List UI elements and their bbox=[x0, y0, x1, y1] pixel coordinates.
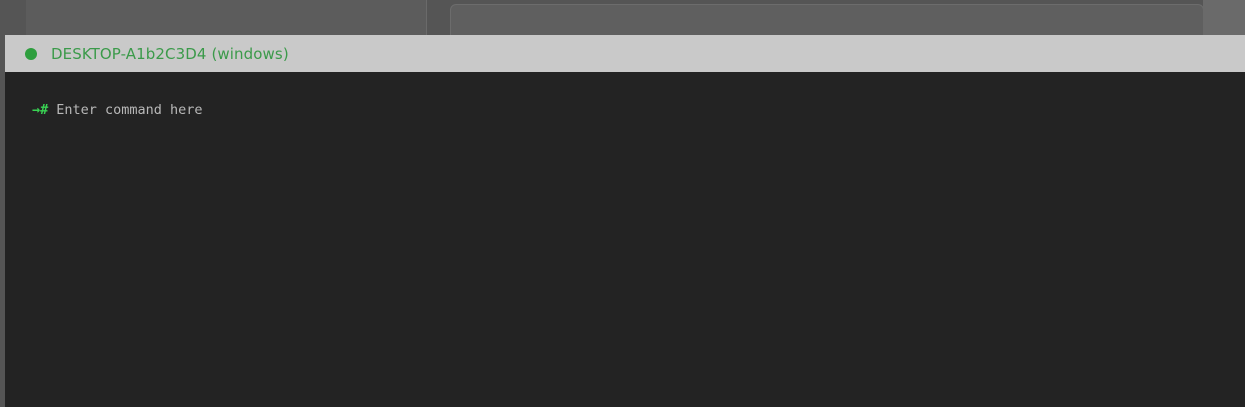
terminal-titlebar[interactable]: DESKTOP-A1b2C3D4 (windows) bbox=[5, 35, 1245, 72]
prompt-symbol: →# bbox=[32, 102, 49, 118]
command-input[interactable] bbox=[56, 102, 957, 118]
terminal-title: DESKTOP-A1b2C3D4 (windows) bbox=[51, 44, 289, 63]
terminal-window: DESKTOP-A1b2C3D4 (windows) →# bbox=[5, 35, 1245, 407]
status-dot-icon bbox=[25, 47, 37, 60]
terminal-body[interactable]: →# bbox=[5, 72, 1245, 118]
